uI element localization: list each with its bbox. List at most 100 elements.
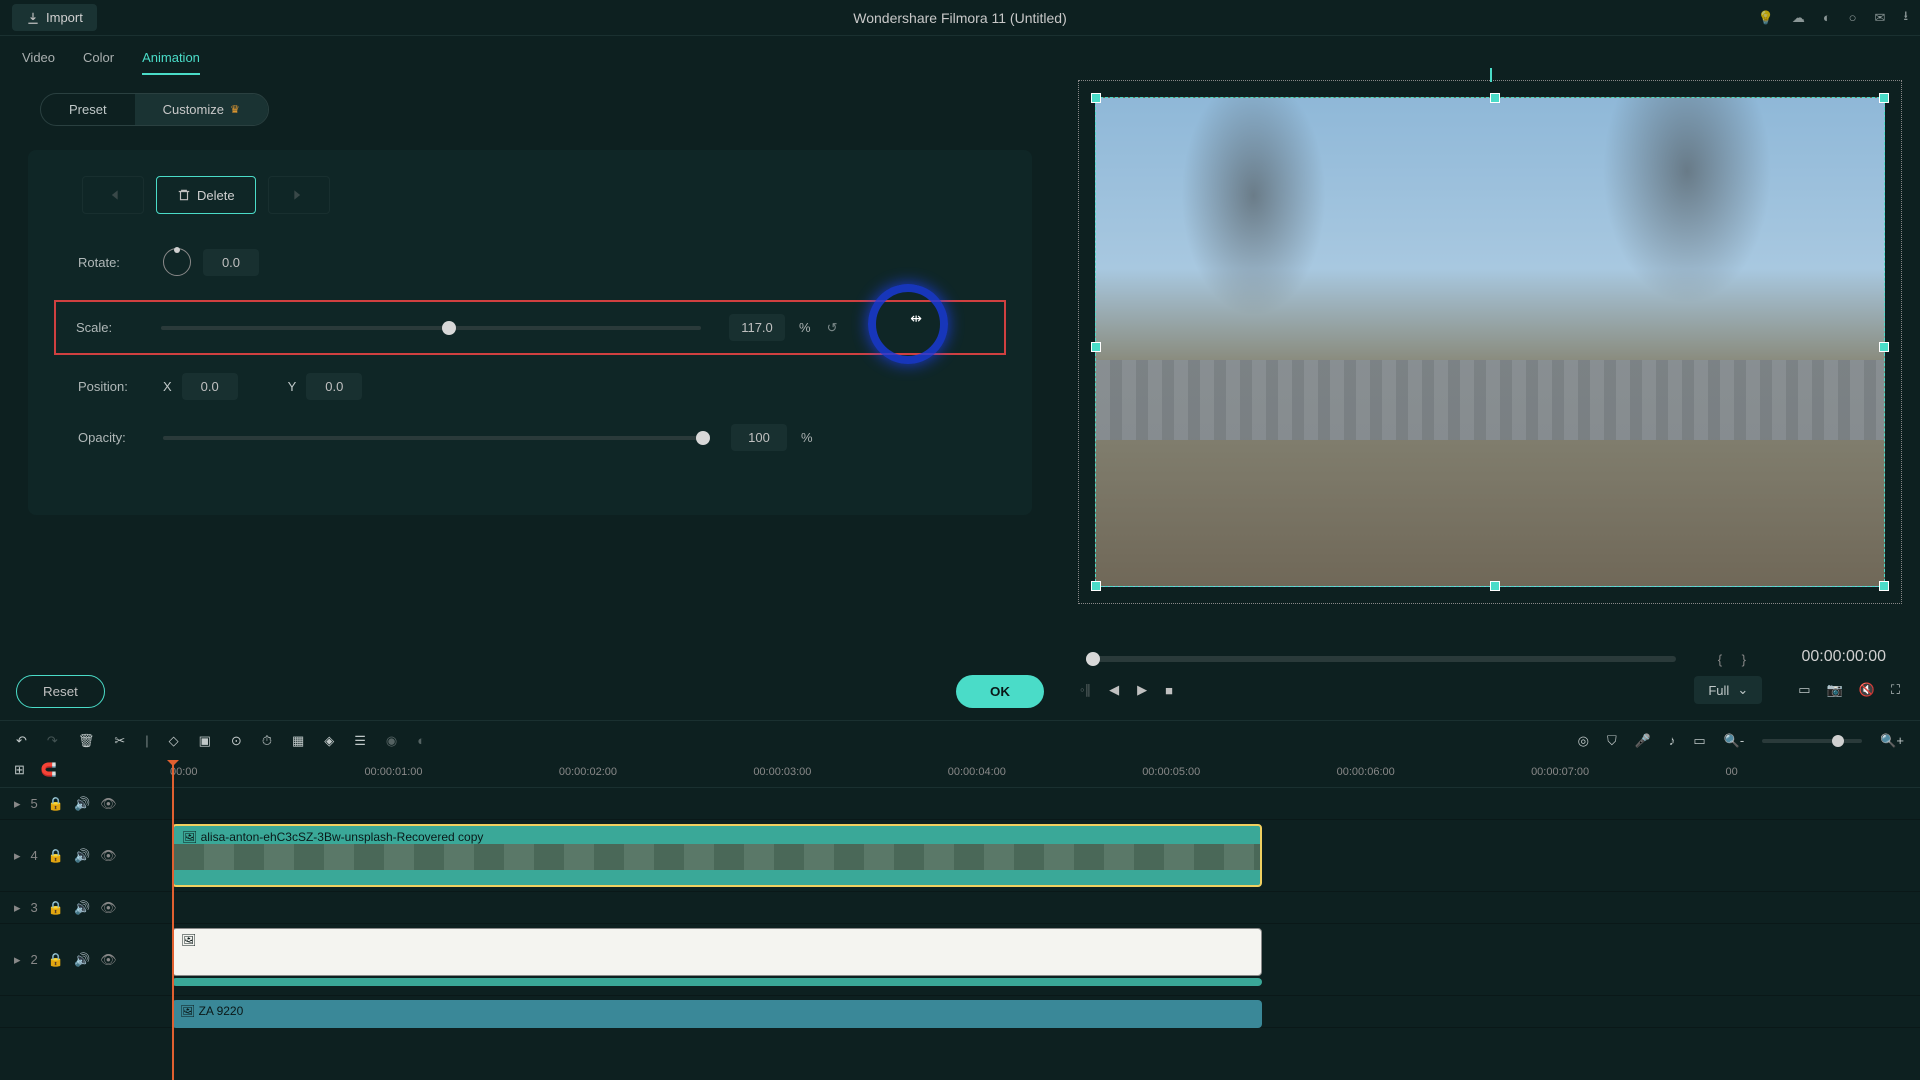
clip-alisa[interactable]: 🖼 alisa-anton-ehC3cSZ-3Bw-unsplash-Recov… [172, 824, 1262, 887]
track-body-za[interactable]: 🖼 ZA 9220 [148, 996, 1920, 1027]
pos-y-value[interactable]: 0.0 [306, 373, 362, 400]
delete-keyframe-button[interactable]: Delete [156, 176, 256, 214]
timeline-ruler[interactable]: 00:00 00:00:01:00 00:00:02:00 00:00:03:0… [0, 760, 1920, 788]
tab-animation[interactable]: Animation [142, 50, 200, 75]
handle-tr[interactable] [1879, 93, 1889, 103]
rotate-value[interactable]: 0.0 [203, 249, 259, 276]
track-body-5[interactable] [148, 788, 1920, 819]
lock-icon[interactable]: 🔒 [48, 848, 64, 864]
handle-bl[interactable] [1091, 581, 1101, 591]
mute-icon[interactable]: 🔇 [1859, 682, 1875, 698]
adjust-icon[interactable]: ☰ [354, 733, 366, 749]
opacity-value[interactable]: 100 [731, 424, 787, 451]
tab-color[interactable]: Color [83, 50, 114, 75]
capture-icon[interactable]: ▭ [1798, 682, 1810, 698]
fullscreen-icon[interactable]: ⛶ [1891, 682, 1900, 698]
mute-icon[interactable]: 🔊 [74, 900, 90, 916]
handle-tl[interactable] [1091, 93, 1101, 103]
prev-keyframe-button[interactable] [82, 176, 144, 214]
import-button[interactable]: Import [12, 4, 97, 31]
handle-bm[interactable] [1490, 581, 1500, 591]
preview-viewport[interactable] [1060, 36, 1920, 648]
track-add-icon[interactable]: ⊞ [14, 762, 25, 778]
stop-icon[interactable]: ■ [1165, 683, 1173, 698]
account-icon[interactable]: ◐ [1823, 10, 1831, 25]
scale-slider[interactable] [161, 326, 701, 330]
track-body-3[interactable] [148, 892, 1920, 923]
rotate-handle[interactable] [1490, 68, 1492, 82]
rotate-knob[interactable] [163, 248, 191, 276]
visibility-icon[interactable]: 👁 [100, 848, 117, 864]
cut-icon[interactable]: ✂ [114, 733, 125, 749]
mixer-icon[interactable]: ♪ [1669, 733, 1676, 748]
reset-button[interactable]: Reset [16, 675, 105, 708]
lock-icon[interactable]: 🔒 [48, 952, 64, 968]
scrub-thumb[interactable] [1086, 652, 1100, 666]
shield-icon[interactable]: ⛉ [1607, 733, 1617, 749]
visibility-icon[interactable]: 👁 [100, 952, 117, 968]
message-icon[interactable]: ✉ [1875, 10, 1886, 26]
handle-mr[interactable] [1879, 342, 1889, 352]
scale-reset-icon[interactable]: ↺ [827, 320, 838, 336]
lock-icon[interactable]: 🔒 [48, 900, 64, 916]
mute-icon[interactable]: 🔊 [74, 796, 90, 812]
freezeframe-icon[interactable]: ▦ [292, 733, 304, 749]
track-number: 4 [31, 848, 38, 863]
pos-x-value[interactable]: 0.0 [182, 373, 238, 400]
zoom-in-icon[interactable]: 🔍+ [1880, 733, 1904, 749]
mute-icon[interactable]: 🔊 [74, 848, 90, 864]
playhead[interactable] [172, 760, 174, 1080]
opacity-thumb[interactable] [696, 431, 710, 445]
handle-ml[interactable] [1091, 342, 1101, 352]
tips-icon[interactable]: 💡 [1758, 10, 1774, 26]
scale-thumb[interactable] [442, 321, 456, 335]
quality-selector[interactable]: Full ⌄ [1694, 676, 1762, 704]
colortag-icon[interactable]: ◈ [324, 733, 334, 749]
fit-icon[interactable]: ▭ [1693, 733, 1705, 749]
clip-white[interactable]: 🖼 [172, 928, 1262, 976]
image-icon: 🖼 [180, 1004, 195, 1018]
handle-tm[interactable] [1490, 93, 1500, 103]
snapshot-icon[interactable]: 📷 [1827, 682, 1843, 698]
visibility-icon[interactable]: 👁 [100, 900, 117, 916]
speed-icon[interactable]: ⊙ [231, 733, 242, 749]
scale-value[interactable]: 117.0 [729, 314, 785, 341]
redo-icon[interactable]: ↷ [47, 733, 58, 749]
help-icon[interactable]: ○ [1849, 10, 1857, 25]
play-icon[interactable]: ▶ [1137, 682, 1147, 698]
mic-icon[interactable]: 🎤 [1635, 733, 1651, 749]
clip-za9220[interactable]: 🖼 ZA 9220 [172, 1000, 1262, 1028]
zoom-slider[interactable] [1762, 739, 1862, 743]
cloud-icon[interactable]: ☁ [1792, 10, 1805, 26]
play-back-icon[interactable]: ◀ [1109, 682, 1119, 698]
magnet-icon[interactable]: 🧲 [41, 762, 57, 778]
ok-button[interactable]: OK [956, 675, 1044, 708]
track-head-5: ▸ 5 🔒 🔊 👁 [0, 796, 148, 812]
greenscreen-icon[interactable]: ◐ [417, 733, 425, 748]
render-icon[interactable]: ◎ [1578, 733, 1589, 749]
keyframe-icon[interactable]: ◉ [386, 733, 397, 749]
next-keyframe-button[interactable] [268, 176, 330, 214]
undo-icon[interactable]: ↶ [16, 733, 27, 749]
handle-br[interactable] [1879, 581, 1889, 591]
crop-icon[interactable]: ▣ [199, 733, 211, 749]
duration-icon[interactable]: ⏱ [262, 733, 272, 749]
preview-canvas[interactable] [1095, 97, 1885, 587]
toggle-preset[interactable]: Preset [41, 94, 135, 125]
mute-icon[interactable]: 🔊 [74, 952, 90, 968]
track-body-2[interactable]: 🖼 [148, 924, 1920, 995]
lock-icon[interactable]: 🔒 [48, 796, 64, 812]
player-scrubber[interactable]: { } 00:00:00:00 [1086, 656, 1676, 662]
track-body-4[interactable]: 🖼 alisa-anton-ehC3cSZ-3Bw-unsplash-Recov… [148, 820, 1920, 891]
tab-video[interactable]: Video [22, 50, 55, 75]
zoom-out-icon[interactable]: 🔍- [1724, 733, 1745, 749]
delete-icon[interactable]: 🗑 [78, 733, 95, 749]
visibility-icon[interactable]: 👁 [100, 796, 117, 812]
marker-icon[interactable]: ◇ [169, 733, 179, 749]
opacity-slider[interactable] [163, 436, 703, 440]
export-icon[interactable]: ⭳ [1903, 7, 1908, 29]
step-back-icon[interactable]: ◦∥ [1080, 682, 1091, 698]
import-icon [26, 11, 40, 25]
toggle-customize[interactable]: Customize ♛ [135, 94, 268, 125]
zoom-thumb[interactable] [1832, 735, 1844, 747]
